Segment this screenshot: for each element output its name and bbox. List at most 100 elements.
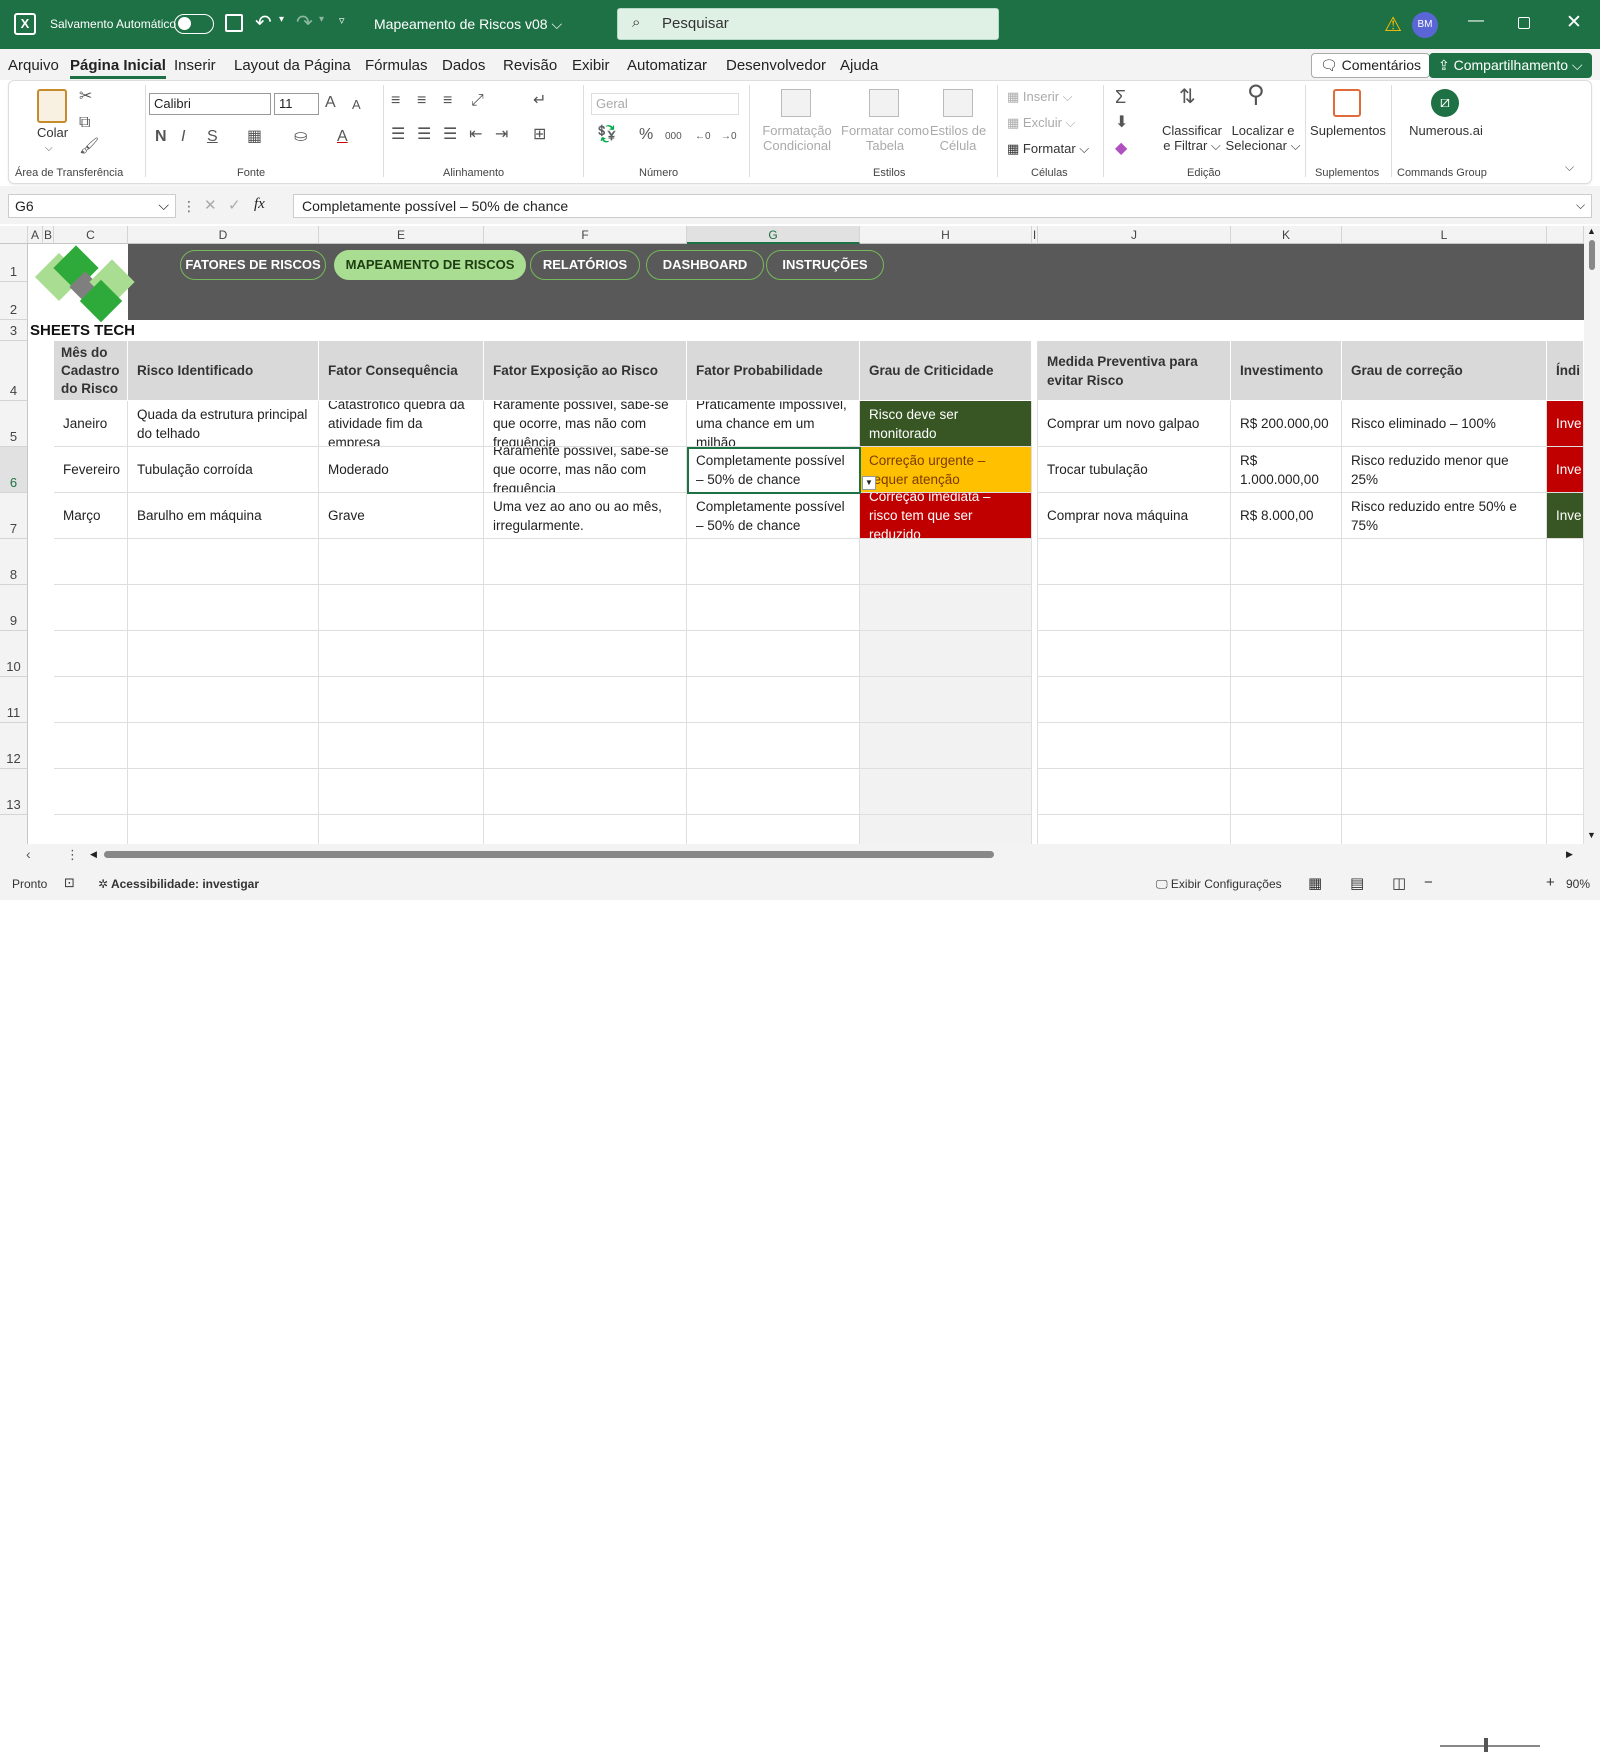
- cell-mes[interactable]: Março: [54, 493, 128, 539]
- empty-cell[interactable]: [484, 723, 687, 769]
- cell-probabilidade[interactable]: Completamente possível – 50% de chance: [687, 447, 860, 493]
- row-header[interactable]: 5: [0, 401, 28, 447]
- empty-cell[interactable]: [860, 585, 1032, 631]
- font-name-select[interactable]: Calibri: [149, 93, 271, 115]
- formula-input[interactable]: Completamente possível – 50% de chance: [293, 194, 1592, 218]
- cell-consequencia[interactable]: Catastrófico quebra da atividade fim da …: [319, 401, 484, 447]
- column-header[interactable]: [1547, 226, 1584, 244]
- empty-cell[interactable]: [128, 631, 319, 677]
- empty-cell[interactable]: [1342, 723, 1547, 769]
- search-box[interactable]: ⌕ Pesquisar: [617, 8, 999, 40]
- menu-layout[interactable]: Layout da Página: [234, 57, 351, 74]
- accessibility-status[interactable]: ✲ Acessibilidade: investigar: [98, 877, 259, 891]
- menu-inserir[interactable]: Inserir: [174, 57, 216, 74]
- empty-cell[interactable]: [860, 539, 1032, 585]
- cell-risco[interactable]: Quada da estrutura principal do telhado: [128, 401, 319, 447]
- empty-cell[interactable]: [1342, 769, 1547, 815]
- addins-button[interactable]: Suplementos: [1309, 123, 1387, 138]
- nav-dashboard[interactable]: DASHBOARD: [646, 250, 764, 280]
- delete-cells-button[interactable]: ▦ Excluir ⌵: [1007, 115, 1075, 131]
- header-risco[interactable]: Risco Identificado: [128, 341, 319, 401]
- empty-cell[interactable]: [1547, 677, 1584, 723]
- empty-cell[interactable]: [128, 815, 319, 844]
- row-header[interactable]: 4: [0, 341, 28, 401]
- sheet-nav-prev-icon[interactable]: ‹: [26, 846, 31, 862]
- empty-cell[interactable]: [484, 815, 687, 844]
- row-header[interactable]: 11: [0, 677, 28, 723]
- row-header[interactable]: 8: [0, 539, 28, 585]
- grow-font-icon[interactable]: A: [325, 95, 336, 111]
- empty-cell[interactable]: [1038, 723, 1231, 769]
- scroll-up-icon[interactable]: ▲: [1587, 226, 1596, 236]
- empty-cell[interactable]: [1038, 769, 1231, 815]
- orientation-icon[interactable]: ⤢: [471, 93, 484, 109]
- cell-consequencia[interactable]: Grave: [319, 493, 484, 539]
- empty-cell[interactable]: [860, 815, 1032, 844]
- validation-dropdown-icon[interactable]: ▼: [862, 476, 876, 490]
- row-header[interactable]: 2: [0, 282, 28, 320]
- column-header[interactable]: H: [860, 226, 1032, 244]
- header-probabilidade[interactable]: Fator Probabilidade: [687, 341, 860, 401]
- empty-cell[interactable]: [319, 585, 484, 631]
- merge-cells-icon[interactable]: ⊞: [533, 127, 546, 143]
- empty-cell[interactable]: [687, 631, 860, 677]
- align-left-icon[interactable]: ☰: [391, 127, 405, 143]
- increase-indent-icon[interactable]: ⇥: [495, 127, 508, 143]
- sort-filter-icon[interactable]: ⇅: [1179, 87, 1196, 107]
- column-header[interactable]: L: [1342, 226, 1547, 244]
- avatar[interactable]: BM: [1412, 12, 1438, 38]
- cell-indice[interactable]: Inve: [1547, 401, 1584, 447]
- column-header[interactable]: K: [1231, 226, 1342, 244]
- empty-cell[interactable]: [1038, 677, 1231, 723]
- cell-correcao[interactable]: Risco eliminado – 100%: [1342, 401, 1547, 447]
- paste-button[interactable]: Colar: [37, 125, 68, 140]
- scroll-thumb[interactable]: [1589, 240, 1595, 270]
- cell-consequencia[interactable]: Moderado: [319, 447, 484, 493]
- insert-function-icon[interactable]: fx: [254, 196, 265, 213]
- empty-cell[interactable]: [484, 585, 687, 631]
- empty-cell[interactable]: [1342, 815, 1547, 844]
- empty-cell[interactable]: [54, 539, 128, 585]
- cell-exposicao[interactable]: Raramente possível, sabe-se que ocorre, …: [484, 401, 687, 447]
- header-consequencia[interactable]: Fator Consequência: [319, 341, 484, 401]
- row-header[interactable]: 9: [0, 585, 28, 631]
- empty-cell[interactable]: [319, 539, 484, 585]
- empty-cell[interactable]: [860, 677, 1032, 723]
- empty-cell[interactable]: [1547, 815, 1584, 844]
- empty-cell[interactable]: [687, 815, 860, 844]
- fill-icon[interactable]: ⬇: [1115, 115, 1128, 131]
- empty-cell[interactable]: [1547, 585, 1584, 631]
- empty-cell[interactable]: [54, 815, 128, 844]
- menu-revisao[interactable]: Revisão: [503, 57, 557, 74]
- menu-ajuda[interactable]: Ajuda: [840, 57, 878, 74]
- header-investimento[interactable]: Investimento: [1231, 341, 1342, 401]
- page-layout-icon[interactable]: ▤: [1350, 874, 1364, 892]
- close-icon[interactable]: ✕: [1566, 11, 1582, 34]
- empty-cell[interactable]: [128, 677, 319, 723]
- empty-cell[interactable]: [1342, 539, 1547, 585]
- display-settings-button[interactable]: 🖵 Exibir Configurações: [1156, 877, 1282, 892]
- cell-probabilidade[interactable]: Completamente possível – 50% de chance: [687, 493, 860, 539]
- column-header[interactable]: J: [1038, 226, 1231, 244]
- empty-cell[interactable]: [1038, 815, 1231, 844]
- cell-mes[interactable]: Janeiro: [54, 401, 128, 447]
- row-header[interactable]: 1: [0, 244, 28, 282]
- align-middle-icon[interactable]: ≡: [417, 93, 426, 109]
- empty-cell[interactable]: [1231, 539, 1342, 585]
- undo-icon[interactable]: ↶: [255, 10, 272, 35]
- empty-cell[interactable]: [687, 769, 860, 815]
- borders-icon[interactable]: ▦: [247, 129, 262, 145]
- header-exposicao[interactable]: Fator Exposição ao Risco: [484, 341, 687, 401]
- cell-investimento[interactable]: R$ 8.000,00: [1231, 493, 1342, 539]
- cell-indice[interactable]: Inve: [1547, 493, 1584, 539]
- nav-relatorios[interactable]: RELATÓRIOS: [530, 250, 640, 280]
- cell-styles-icon[interactable]: [943, 89, 973, 117]
- vertical-scrollbar[interactable]: ▲ ▼: [1584, 226, 1600, 844]
- zoom-slider[interactable]: [1440, 1745, 1540, 1747]
- more-sheets-icon[interactable]: ⋮: [66, 847, 79, 863]
- conditional-format-icon[interactable]: [781, 89, 811, 117]
- redo-dropdown-icon[interactable]: ▾: [319, 14, 324, 25]
- empty-cell[interactable]: [128, 585, 319, 631]
- currency-icon[interactable]: 💱: [597, 127, 617, 143]
- cell-styles-button[interactable]: Estilos de Célula: [929, 123, 987, 153]
